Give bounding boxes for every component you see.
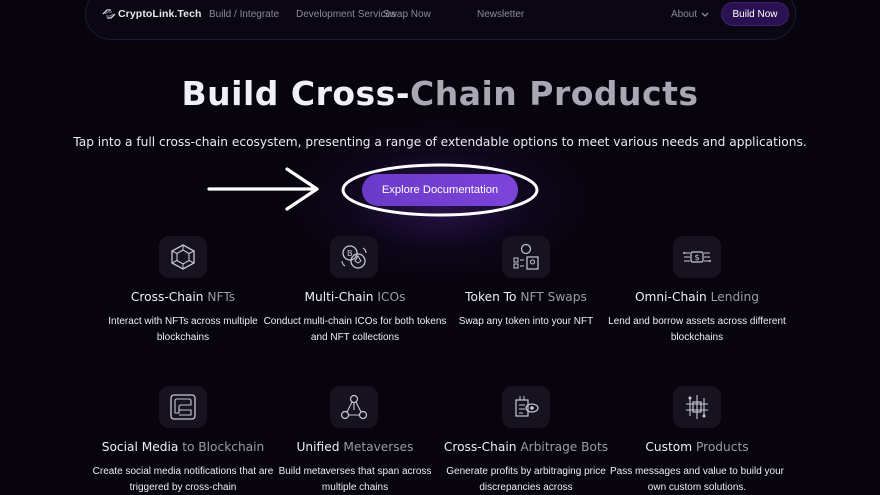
card-title: Unified Metaverses <box>255 440 455 454</box>
hero-title-main: Build Cross- <box>181 74 411 113</box>
card-title-part: NFTs <box>207 290 236 304</box>
card-icon-box <box>502 386 550 428</box>
card-description: Generate profits by arbitraging price di… <box>446 466 606 493</box>
card-title-part: Cross-Chain <box>443 440 521 454</box>
card-description: Pass messages and value to build your ow… <box>610 466 784 493</box>
card-description: Create social media notifications that a… <box>92 466 274 493</box>
token-swap-icon <box>513 243 539 270</box>
nav-link-newsletter[interactable]: Newsletter <box>477 9 524 20</box>
card-title-part: NFT Swaps <box>520 290 587 304</box>
card-title-part: Unified <box>296 440 344 454</box>
card-icon-box: $ <box>673 236 721 278</box>
card-title-part: Lending <box>710 290 760 304</box>
cube-icon <box>171 244 195 270</box>
card-title-part: ICOs <box>377 290 406 304</box>
card-title: Cross-Chain NFTs <box>83 290 283 304</box>
coins-exchange-icon: B <box>341 245 367 269</box>
nav-link-swap-now[interactable]: Swap Now <box>383 9 431 20</box>
lending-icon: $ <box>683 251 711 263</box>
card-title-part: Cross-Chain <box>130 290 208 304</box>
build-now-button[interactable]: Build Now <box>721 2 789 26</box>
about-label: About <box>671 9 698 20</box>
card-title-part: Token To <box>465 290 521 304</box>
custom-products-icon <box>686 395 708 419</box>
card-title-part: Metaverses <box>343 440 414 454</box>
card-icon-box <box>159 236 207 278</box>
explore-documentation-button[interactable]: Explore Documentation <box>362 174 518 206</box>
card-icon-box <box>502 236 550 278</box>
card-title-part: Arbitrage Bots <box>520 440 609 454</box>
nav-link-build-integrate[interactable]: Build / Integrate <box>209 9 279 20</box>
metaverse-icon <box>340 394 368 420</box>
svg-text:B: B <box>347 249 353 258</box>
chain-logo-icon <box>102 9 116 19</box>
hero-title: Build Cross-Chain Products <box>0 74 880 113</box>
card-title-part: Social Media <box>101 440 183 454</box>
social-icon <box>170 394 196 420</box>
svg-text:$: $ <box>695 253 700 262</box>
card-title-part: Custom <box>645 440 696 454</box>
card-description: Lend and borrow assets across different … <box>608 316 786 343</box>
card-icon-box <box>159 386 207 428</box>
hero-title-accent: Chain Products <box>410 74 699 113</box>
card-title: Omni-Chain Lending <box>597 290 797 304</box>
card-icon-box <box>330 386 378 428</box>
about-dropdown[interactable]: About <box>671 9 709 20</box>
navbar <box>85 0 796 40</box>
card-description: Interact with NFTs across multiple block… <box>108 316 258 343</box>
card-title-part: Omni-Chain <box>634 290 711 304</box>
card-title: Custom Products <box>597 440 797 454</box>
arrow-right-icon <box>207 167 319 211</box>
brand-logo[interactable]: CryptoLink.Tech <box>102 8 202 20</box>
card-title-part: to Blockchain <box>182 440 265 454</box>
card-description: Conduct multi-chain ICOs for both tokens… <box>263 316 447 343</box>
card-title: Social Media to Blockchain <box>83 440 283 454</box>
chevron-down-icon <box>701 12 709 17</box>
card-title: Cross-Chain Arbitrage Bots <box>426 440 626 454</box>
brand-name: CryptoLink.Tech <box>118 8 202 20</box>
card-title-part: Products <box>695 440 749 454</box>
card-title: Token To NFT Swaps <box>426 290 626 304</box>
card-description: Build metaverses that span across multip… <box>278 466 432 493</box>
card-title-part: Multi-Chain <box>304 290 378 304</box>
arbitrage-bot-icon <box>515 396 539 417</box>
hero-subtitle: Tap into a full cross-chain ecosystem, p… <box>73 135 807 149</box>
card-title: Multi-Chain ICOs <box>255 290 455 304</box>
card-icon-box <box>673 386 721 428</box>
card-icon-box: B <box>330 236 378 278</box>
nav-link-development-services[interactable]: Development Services <box>296 9 396 20</box>
card-description: Swap any token into your NFT <box>458 316 594 327</box>
